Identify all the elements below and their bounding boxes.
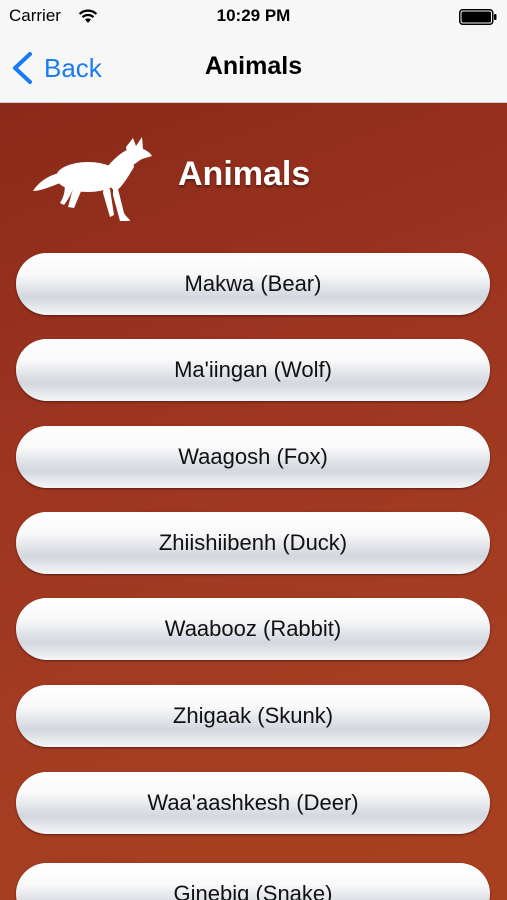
- nav-title: Animals: [204, 52, 303, 80]
- animal-button-bear[interactable]: Makwa (Bear): [16, 253, 490, 315]
- animal-button-fox[interactable]: Waagosh (Fox): [16, 426, 490, 488]
- section-header: Animals: [0, 103, 507, 243]
- animal-button-deer[interactable]: Waa'aashkesh (Deer): [16, 772, 490, 834]
- navigation-bar: Back Animals: [0, 34, 507, 103]
- animal-button-snake[interactable]: Ginebig (Snake): [16, 863, 490, 900]
- status-time: 10:29 PM: [216, 6, 291, 25]
- battery-icon: [459, 9, 497, 25]
- status-bar: Carrier 10:29 PM: [0, 0, 507, 34]
- animal-button-skunk[interactable]: Zhigaak (Skunk): [16, 685, 490, 747]
- animal-button-wolf[interactable]: Ma'iingan (Wolf): [16, 339, 490, 401]
- fox-silhouette-icon: [33, 137, 152, 221]
- section-title: Animals: [178, 155, 311, 193]
- animal-button-duck[interactable]: Zhiishiibenh (Duck): [16, 512, 490, 574]
- animals-content: Animals Makwa (Bear) Ma'iingan (Wolf) Wa…: [0, 103, 507, 900]
- animal-button-rabbit[interactable]: Waabooz (Rabbit): [16, 598, 490, 660]
- app-screen: Carrier 10:29 PM Back Animals Animals Ma…: [0, 0, 507, 900]
